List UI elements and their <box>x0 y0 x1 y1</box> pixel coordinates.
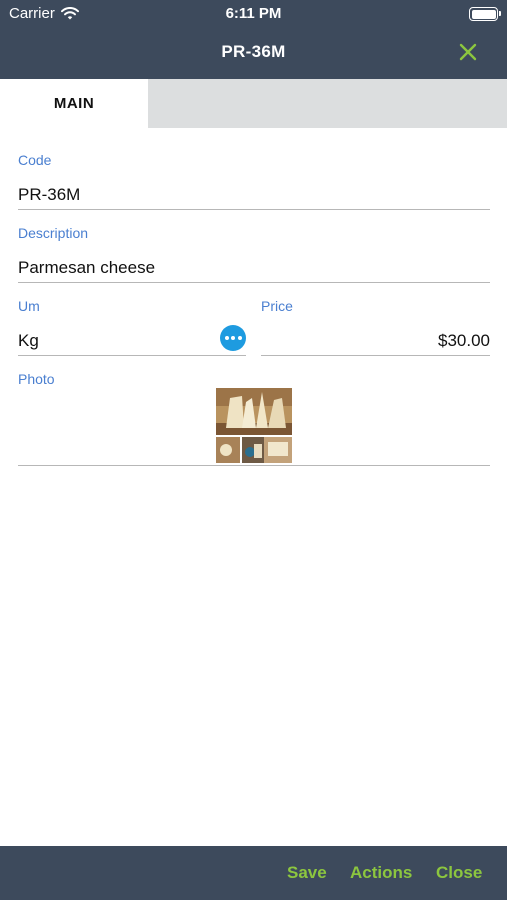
product-photo[interactable] <box>216 388 292 463</box>
code-underline <box>18 209 490 210</box>
actions-button[interactable]: Actions <box>350 863 412 883</box>
tab-main[interactable]: MAIN <box>0 79 148 128</box>
save-button[interactable]: Save <box>287 863 327 883</box>
photo-underline <box>18 465 490 466</box>
description-label: Description <box>18 225 89 241</box>
status-bar: Carrier 6:11 PM <box>0 0 507 28</box>
price-field[interactable]: $30.00 <box>261 331 490 351</box>
photo-label: Photo <box>18 371 55 387</box>
status-time: 6:11 PM <box>225 5 282 22</box>
tab-bar: MAIN <box>0 79 507 128</box>
page-title: PR-36M <box>221 42 286 61</box>
close-button[interactable]: Close <box>436 863 482 883</box>
um-underline <box>18 355 246 356</box>
um-field[interactable]: Kg <box>18 331 208 351</box>
description-field[interactable]: Parmesan cheese <box>18 258 488 278</box>
price-underline <box>261 355 490 356</box>
header: Carrier 6:11 PM PR-36M <box>0 0 507 79</box>
um-lookup-button[interactable] <box>220 325 246 351</box>
ellipsis-icon <box>224 336 229 340</box>
description-underline <box>18 282 490 283</box>
battery-icon <box>469 7 501 21</box>
code-label: Code <box>18 152 52 168</box>
price-label: Price <box>261 298 293 314</box>
code-field[interactable]: PR-36M <box>18 185 488 205</box>
close-x-icon[interactable] <box>457 41 479 63</box>
bottom-toolbar: Save Actions Close <box>0 846 507 900</box>
um-label: Um <box>18 298 40 314</box>
